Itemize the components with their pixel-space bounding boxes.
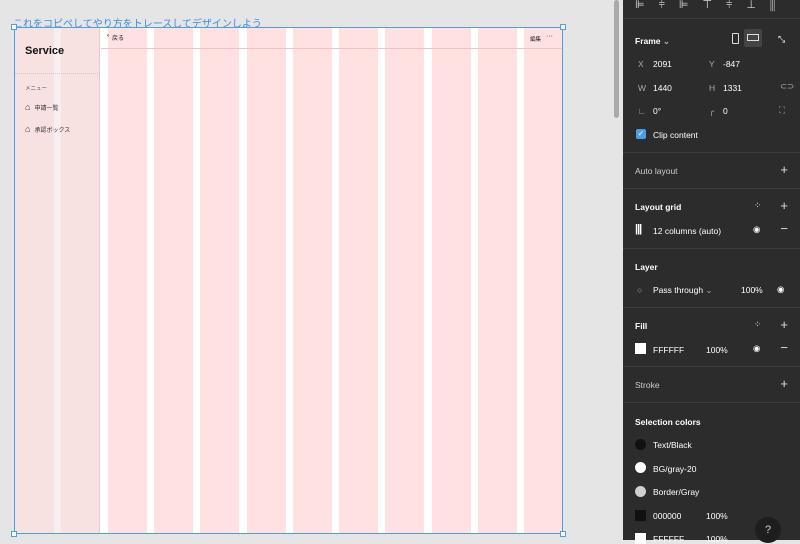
back-label: 戻る xyxy=(112,36,125,42)
chevron-left-icon: ‹ xyxy=(107,33,109,39)
grid-column xyxy=(339,28,379,533)
grid-item-label[interactable]: 12 columns (auto) xyxy=(653,226,721,236)
clip-content-label: Clip content xyxy=(653,130,698,140)
grid-column xyxy=(153,28,193,533)
h-input[interactable]: 1331 xyxy=(723,83,742,93)
grid-column xyxy=(107,28,147,533)
color-hex: 000000 xyxy=(653,511,682,521)
fill-label: Fill xyxy=(635,321,648,331)
rotation-input[interactable]: 0° xyxy=(653,106,661,116)
properties-panel: ⊫⫩⊫⊤⫩⊥⫼ Frame ⌄ ⤡ X 2091 Y -847 W 1440 H… xyxy=(623,0,800,544)
more-button[interactable]: ··· xyxy=(546,33,553,40)
eye-icon[interactable]: ◉ xyxy=(753,224,760,235)
fill-opacity-input[interactable]: 100% xyxy=(706,345,728,355)
frame-label[interactable]: Frame ⌄ xyxy=(635,36,670,47)
auto-layout-label: Auto layout xyxy=(635,166,678,176)
y-label: Y xyxy=(709,59,715,69)
color-swatch-000000[interactable] xyxy=(635,510,646,521)
add-stroke-icon[interactable]: + xyxy=(780,376,788,391)
divider xyxy=(15,73,100,74)
resize-handle[interactable] xyxy=(560,531,566,537)
grid-styles-icon[interactable]: ⁘ xyxy=(754,200,761,211)
help-button[interactable]: ? xyxy=(755,517,781,543)
color-dot-border-gray[interactable] xyxy=(635,486,646,497)
color-dot-bg-gray-20[interactable] xyxy=(635,462,646,473)
resize-handle[interactable] xyxy=(11,24,17,30)
layout-grid-label: Layout grid xyxy=(635,202,682,212)
color-name: Border/Gray xyxy=(653,487,700,497)
canvas-scrollbar[interactable] xyxy=(614,0,619,118)
y-input[interactable]: -847 xyxy=(723,59,740,69)
radius-input[interactable]: 0 xyxy=(723,106,728,116)
remove-grid-icon[interactable]: − xyxy=(780,221,788,236)
clip-content-checkbox[interactable]: ✓ xyxy=(636,129,646,139)
landscape-button[interactable] xyxy=(744,29,762,47)
add-grid-icon[interactable]: + xyxy=(780,198,788,213)
layer-label: Layer xyxy=(635,262,658,272)
logo: Service xyxy=(25,45,65,57)
fill-styles-icon[interactable]: ⁘ xyxy=(754,319,761,330)
add-auto-layout-icon[interactable]: + xyxy=(780,162,788,177)
columns-grid-icon[interactable]: ||| xyxy=(635,223,642,235)
constrain-proportions-icon[interactable]: ⊂⊃ xyxy=(780,81,794,92)
color-hex: FFFFFF xyxy=(653,534,685,544)
x-input[interactable]: 2091 xyxy=(653,59,672,69)
menu-item-label: 承認ボックス xyxy=(34,127,71,134)
independent-corners-icon[interactable]: ⛶ xyxy=(779,105,785,116)
menu-heading: メニュー xyxy=(25,86,48,92)
home-icon: ⌂ xyxy=(25,124,31,134)
corner-radius-icon: ╭ xyxy=(709,106,715,116)
w-label: W xyxy=(638,83,647,93)
header-divider xyxy=(101,48,562,49)
grid-column xyxy=(385,28,425,533)
blend-mode-icon: ○ xyxy=(637,285,643,295)
stroke-label: Stroke xyxy=(635,380,660,390)
grid-column xyxy=(431,28,471,533)
w-input[interactable]: 1440 xyxy=(653,83,672,93)
x-label: X xyxy=(638,59,644,69)
fill-hex-input[interactable]: FFFFFF xyxy=(653,345,684,355)
selection-colors-label: Selection colors xyxy=(635,417,701,427)
menu-item-label: 申請一覧 xyxy=(34,105,59,112)
edit-button[interactable]: 編集 xyxy=(530,35,541,43)
design-frame[interactable]: Service メニュー ⌂ 申請一覧 ⌂ 承認ボックス ‹ 戻る 編集 ··· xyxy=(14,27,563,534)
grid-column xyxy=(246,28,286,533)
sidebar: Service メニュー ⌂ 申請一覧 ⌂ 承認ボックス xyxy=(15,28,100,533)
color-dot-text-black[interactable] xyxy=(635,439,646,450)
grid-column xyxy=(478,28,517,533)
grid-column xyxy=(292,28,332,533)
resize-to-fit-icon[interactable]: ⤡ xyxy=(778,34,785,45)
blend-mode-select[interactable]: Pass through ⌄ xyxy=(653,285,713,296)
resize-handle[interactable] xyxy=(11,531,17,537)
remove-fill-icon[interactable]: − xyxy=(780,340,788,355)
grid-column xyxy=(200,28,240,533)
back-button[interactable]: ‹ 戻る xyxy=(107,33,124,42)
layer-opacity-input[interactable]: 100% xyxy=(741,285,763,295)
color-opacity: 100% xyxy=(706,511,728,521)
color-opacity: 100% xyxy=(706,534,728,544)
resize-handle[interactable] xyxy=(560,24,566,30)
add-fill-icon[interactable]: + xyxy=(780,317,788,332)
rotation-icon: ∟ xyxy=(638,106,647,116)
color-name: Text/Black xyxy=(653,440,692,450)
menu-item-applications[interactable]: ⌂ 申請一覧 xyxy=(25,102,58,112)
home-icon: ⌂ xyxy=(25,102,31,112)
align-toolbar[interactable]: ⊫⫩⊫⊤⫩⊥⫼ xyxy=(635,0,789,12)
h-label: H xyxy=(709,83,716,93)
menu-item-approval-box[interactable]: ⌂ 承認ボックス xyxy=(25,124,70,134)
portrait-icon[interactable] xyxy=(732,33,739,44)
fill-swatch[interactable] xyxy=(635,343,646,354)
eye-icon[interactable]: ◉ xyxy=(777,284,784,295)
eye-icon[interactable]: ◉ xyxy=(753,343,760,354)
grid-column xyxy=(524,28,562,533)
color-name: BG/gray-20 xyxy=(653,464,697,474)
color-swatch-ffffff[interactable] xyxy=(635,533,646,544)
